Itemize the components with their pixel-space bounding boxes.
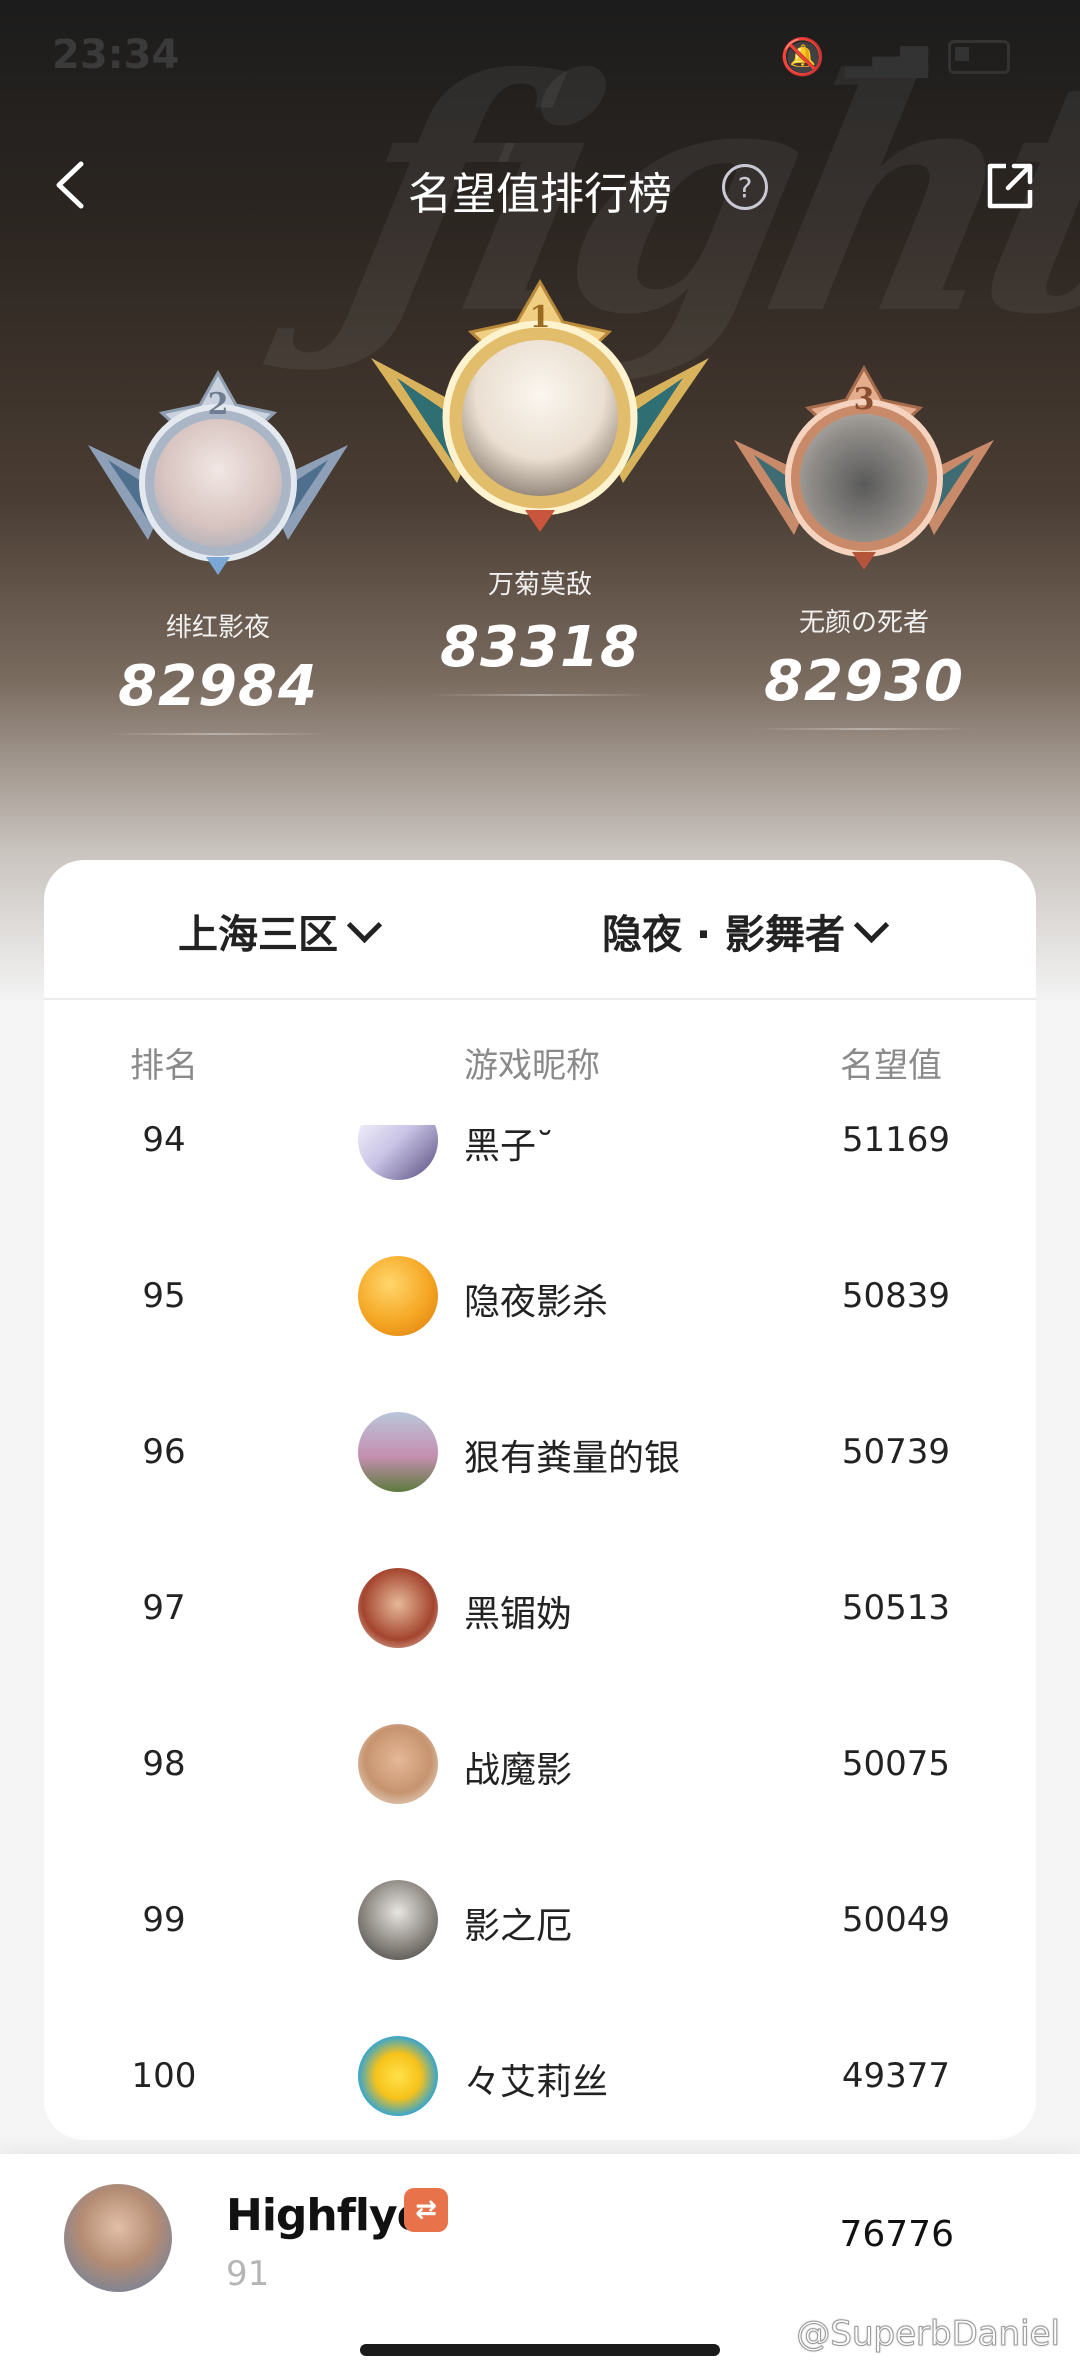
my-score: 76776	[839, 2214, 954, 2255]
ranking-card: 上海三区 隐夜 · 影舞者 排名 游戏昵称 名望值 94 黑子˘ 51169 9…	[44, 860, 1036, 2140]
row-score: 50839	[841, 1276, 950, 1316]
page-title: 名望值排行榜	[408, 169, 672, 220]
table-row[interactable]: 95 隐夜影杀 50839	[44, 1221, 1036, 1377]
class-label: 隐夜 · 影舞者	[602, 912, 846, 958]
bronze-medal-badge: 3	[724, 360, 1004, 580]
share-icon	[987, 163, 1033, 209]
row-score: 50739	[841, 1432, 950, 1472]
row-rank: 100	[131, 2056, 197, 2096]
row-name: 黑镅妫	[464, 1594, 573, 1635]
question-icon: ?	[737, 170, 753, 204]
status-bar: 23:34 🔕 ▂▄▆	[0, 0, 1080, 120]
column-header-rank: 排名	[130, 1046, 198, 1086]
podium-second[interactable]: 2 绯红影夜 82984	[68, 365, 368, 735]
column-header-nickname: 游戏昵称	[464, 1046, 600, 1086]
row-name: 隐夜影杀	[464, 1282, 609, 1323]
avatar	[358, 2036, 438, 2116]
server-label: 上海三区	[178, 912, 338, 958]
mute-icon: 🔕	[780, 37, 825, 78]
gold-medal-badge: 1	[365, 278, 715, 538]
row-rank: 97	[142, 1588, 186, 1628]
avatar	[462, 340, 618, 496]
column-header-prestige: 名望值	[840, 1046, 942, 1086]
player-score: 83318	[440, 615, 640, 680]
chevron-down-icon	[346, 907, 383, 943]
podium-third[interactable]: 3 无颜の死者 82930	[714, 360, 1014, 730]
avatar	[358, 1724, 438, 1804]
avatar	[154, 419, 282, 547]
help-button[interactable]: ?	[722, 164, 768, 210]
ranking-list[interactable]: 94 黑子˘ 51169 95 隐夜影杀 50839 96 狠有粪量的银 507…	[44, 1125, 1036, 2140]
divider	[108, 733, 328, 735]
status-time: 23:34	[52, 32, 180, 78]
row-score: 51169	[841, 1125, 950, 1160]
class-dropdown[interactable]: 隐夜 · 影舞者	[602, 902, 890, 960]
row-rank: 99	[142, 1900, 186, 1940]
table-row[interactable]: 94 黑子˘ 51169	[44, 1125, 1036, 1221]
row-score: 50049	[841, 1900, 950, 1940]
chevron-down-icon	[853, 907, 890, 943]
row-score: 50513	[841, 1588, 950, 1628]
avatar	[358, 1412, 438, 1492]
row-name: 々艾莉丝	[464, 2062, 609, 2103]
row-score: 50075	[841, 1744, 950, 1784]
row-name: 战魔影	[464, 1750, 573, 1791]
avatar	[358, 1880, 438, 1960]
player-name: 绯红影夜	[165, 613, 270, 643]
rank-number: 1	[529, 300, 551, 335]
player-name: 万菊莫敌	[487, 570, 592, 600]
row-rank: 96	[142, 1432, 186, 1472]
silver-medal-badge: 2	[78, 365, 358, 585]
status-icons: 🔕 ▂▄▆	[780, 36, 1010, 78]
home-indicator[interactable]	[360, 2344, 720, 2356]
divider	[430, 694, 650, 696]
row-name: 黑子˘	[464, 1126, 555, 1167]
battery-icon	[948, 40, 1010, 74]
row-score: 49377	[841, 2056, 950, 2096]
row-name: 狠有粪量的银	[464, 1438, 681, 1479]
row-rank: 94	[142, 1125, 186, 1160]
row-name: 影之厄	[464, 1906, 573, 1947]
avatar	[358, 1256, 438, 1336]
podium-first[interactable]: 1 万菊莫敌 83318	[355, 278, 725, 696]
table-row[interactable]: 97 黑镅妫 50513	[44, 1533, 1036, 1689]
rank-number: 3	[853, 382, 875, 417]
player-score: 82930	[764, 649, 964, 714]
row-rank: 95	[142, 1276, 186, 1316]
avatar	[358, 1125, 438, 1180]
watermark: @SuperbDaniel	[796, 2314, 1061, 2355]
signal-icon: ▂▄▆	[844, 36, 928, 78]
player-score: 82984	[118, 654, 318, 719]
table-row[interactable]: 98 战魔影 50075	[44, 1689, 1036, 1845]
table-row[interactable]: 100 々艾莉丝 49377	[44, 2001, 1036, 2140]
filter-row: 上海三区 隐夜 · 影舞者	[44, 860, 1036, 1000]
player-name: 无颜の死者	[798, 608, 929, 638]
share-button[interactable]	[984, 160, 1036, 212]
avatar	[800, 414, 928, 542]
my-rank-bar[interactable]: Highflyer ⇄ 91 76776 @SuperbDaniel	[0, 2154, 1080, 2376]
avatar	[64, 2184, 172, 2292]
avatar	[358, 1568, 438, 1648]
transfer-badge-icon: ⇄	[404, 2188, 448, 2232]
divider	[754, 728, 974, 730]
my-rank: 91	[226, 2254, 270, 2294]
server-dropdown[interactable]: 上海三区	[178, 902, 383, 960]
rank-number: 2	[207, 387, 229, 422]
top-nav: 名望值排行榜 ?	[0, 140, 1080, 230]
table-row[interactable]: 96 狠有粪量的银 50739	[44, 1377, 1036, 1533]
table-row[interactable]: 99 影之厄 50049	[44, 1845, 1036, 2001]
row-rank: 98	[142, 1744, 186, 1784]
